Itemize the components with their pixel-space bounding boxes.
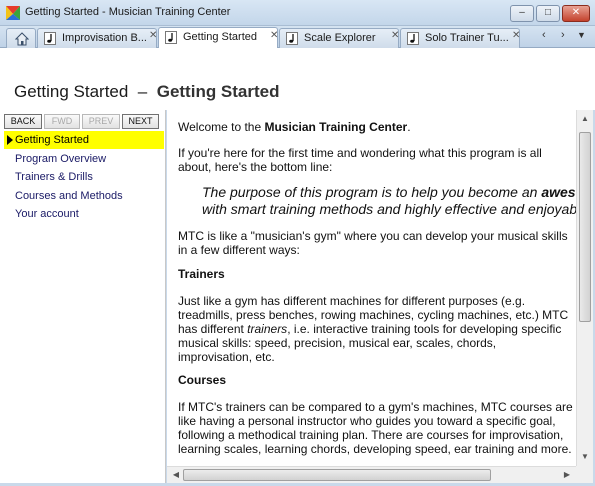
tab-scale-explorer[interactable]: Scale Explorer xyxy=(279,28,399,48)
page-title: Getting Started – Getting Started xyxy=(14,82,280,102)
courses-heading: Courses xyxy=(178,373,227,387)
horizontal-scrollbar[interactable]: ◀ ▶ xyxy=(167,466,576,483)
chevron-right-icon[interactable]: › xyxy=(561,29,565,41)
vertical-scrollbar[interactable]: ▲ ▼ xyxy=(576,110,593,466)
title-separator: – xyxy=(137,82,148,101)
music-note-icon xyxy=(44,32,56,45)
title-bar: Getting Started - Musician Training Cent… xyxy=(0,0,595,26)
minimize-button[interactable]: – xyxy=(510,5,534,22)
chevron-left-icon[interactable]: ‹ xyxy=(542,29,546,41)
sidebar-item-label: Program Overview xyxy=(15,153,107,165)
fwd-button[interactable]: FWD xyxy=(44,114,80,129)
triangle-right-icon xyxy=(7,135,13,145)
next-button[interactable]: NEXT xyxy=(122,114,159,129)
back-button[interactable]: BACK xyxy=(4,114,42,129)
vertical-scroll-thumb[interactable] xyxy=(579,132,591,322)
maximize-button[interactable]: □ xyxy=(536,5,560,22)
tab-label: Getting Started xyxy=(183,31,257,43)
scrollbar-corner xyxy=(576,466,593,483)
intro-paragraph: If you're here for the first time and wo… xyxy=(178,146,542,174)
scroll-right-icon[interactable]: ▶ xyxy=(559,470,575,479)
tab-label: Solo Trainer Tu... xyxy=(425,32,509,44)
close-tab-icon[interactable]: ✕ xyxy=(391,30,399,41)
sidebar-item-trainers-drills[interactable]: Trainers & Drills xyxy=(4,168,164,186)
sidebar-item-your-account[interactable]: Your account xyxy=(4,205,164,223)
music-note-icon xyxy=(165,31,177,44)
music-note-icon xyxy=(407,32,419,45)
sidebar-item-courses-methods[interactable]: Courses and Methods xyxy=(4,187,164,205)
scroll-left-icon[interactable]: ◀ xyxy=(168,470,184,479)
trainers-text-italic: trainers xyxy=(247,322,288,336)
tab-getting-started[interactable]: Getting Started xyxy=(158,27,278,48)
welcome-text: Welcome to the Musician Training Center. xyxy=(178,120,573,134)
tab-solo-trainer[interactable]: Solo Trainer Tu... xyxy=(400,28,520,48)
gym-paragraph: MTC is like a "musician's gym" where you… xyxy=(178,229,568,257)
close-window-button[interactable]: ✕ xyxy=(562,5,590,22)
home-icon xyxy=(15,32,29,46)
close-tab-icon[interactable]: ✕ xyxy=(149,30,157,41)
prev-button[interactable]: PREV xyxy=(82,114,120,129)
close-tab-icon[interactable]: ✕ xyxy=(270,30,278,41)
trainers-heading: Trainers xyxy=(178,267,225,281)
app-icon xyxy=(6,6,20,20)
quote-prefix: The purpose of this program is to help y… xyxy=(202,184,542,200)
tab-label: Improvisation B... xyxy=(62,32,147,44)
sidebar-item-label: Trainers & Drills xyxy=(15,171,93,183)
purpose-quote-line1: The purpose of this program is to help y… xyxy=(202,184,576,201)
tab-bar: Improvisation B... ✕ Getting Started ✕ S… xyxy=(0,26,595,48)
welcome-app-name: Musician Training Center xyxy=(264,120,408,134)
scroll-down-icon[interactable]: ▼ xyxy=(577,452,593,461)
close-icon: ✕ xyxy=(571,7,581,18)
scroll-up-icon[interactable]: ▲ xyxy=(577,114,593,123)
purpose-quote-line2: with smart training methods and highly e… xyxy=(202,201,576,217)
tab-label: Scale Explorer xyxy=(304,32,376,44)
section-title: Getting Started xyxy=(14,82,129,101)
window-title: Getting Started - Musician Training Cent… xyxy=(25,6,231,18)
sidebar-item-label: Your account xyxy=(15,208,79,220)
quote-bold: awesom xyxy=(541,184,576,200)
chevron-down-icon[interactable]: ▼ xyxy=(577,30,586,40)
page-subtitle: Getting Started xyxy=(156,82,280,101)
maximize-icon: □ xyxy=(544,7,552,18)
sidebar-item-program-overview[interactable]: Program Overview xyxy=(4,150,164,168)
tab-improvisation[interactable]: Improvisation B... xyxy=(37,28,157,48)
minimize-icon: – xyxy=(519,7,525,18)
tab-home[interactable] xyxy=(6,28,36,48)
sidebar-item-label: Getting Started xyxy=(15,134,89,146)
page-header: Getting Started – Getting Started xyxy=(0,48,595,110)
music-note-icon xyxy=(286,32,298,45)
horizontal-scroll-thumb[interactable] xyxy=(183,469,491,481)
content-pane: Welcome to the Musician Training Center.… xyxy=(167,110,576,466)
welcome-suffix: . xyxy=(407,120,411,134)
sidebar: BACK FWD PREV NEXT Getting Started Progr… xyxy=(0,110,166,486)
sidebar-item-label: Courses and Methods xyxy=(15,190,123,202)
welcome-prefix: Welcome to the xyxy=(178,120,265,134)
trainers-paragraph: Just like a gym has different machines f… xyxy=(178,294,573,364)
courses-paragraph: If MTC's trainers can be compared to a g… xyxy=(178,400,573,456)
close-tab-icon[interactable]: ✕ xyxy=(512,30,520,41)
sidebar-item-getting-started[interactable]: Getting Started xyxy=(4,131,164,149)
